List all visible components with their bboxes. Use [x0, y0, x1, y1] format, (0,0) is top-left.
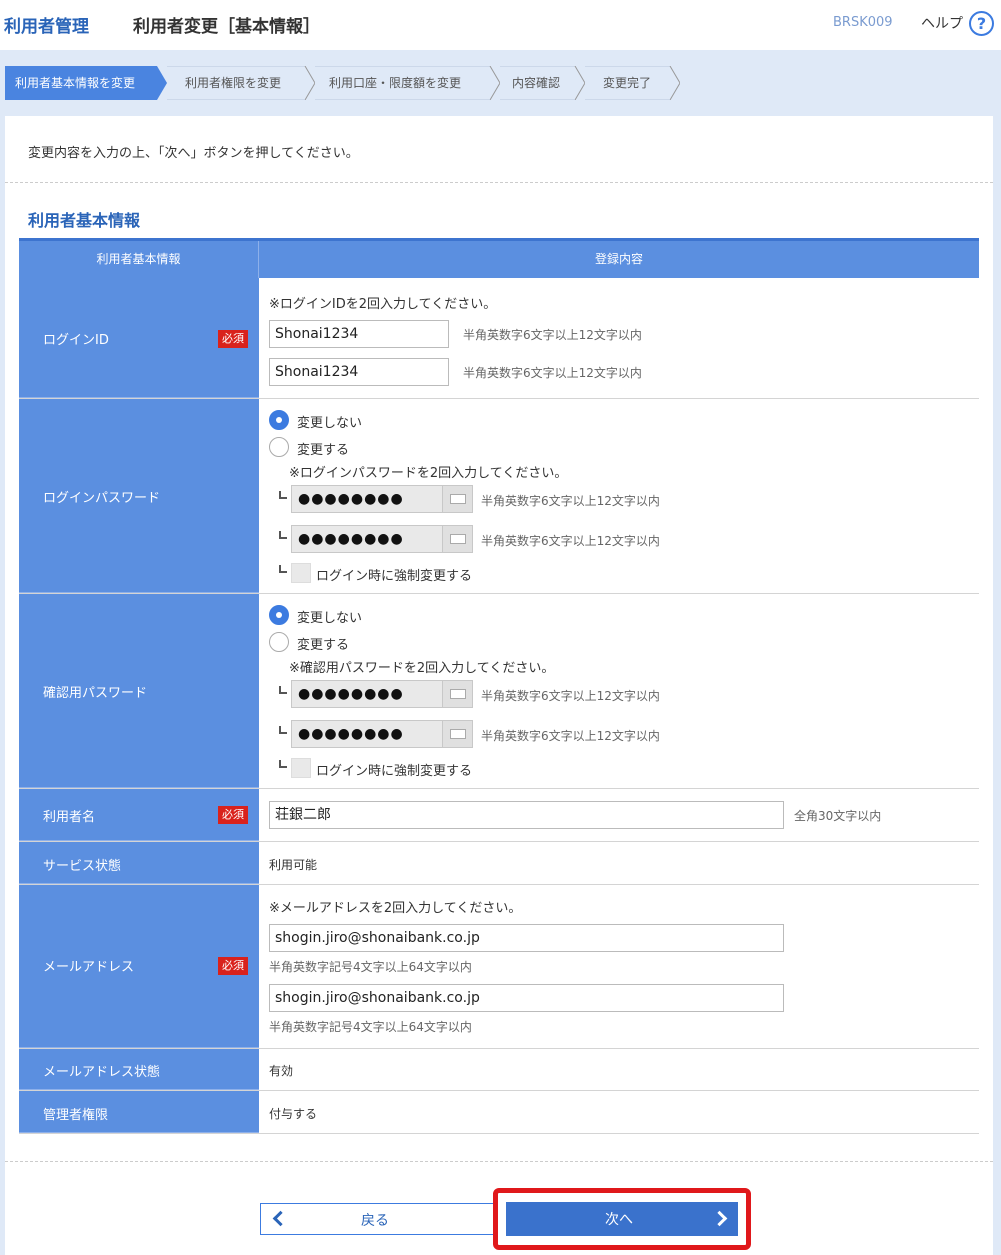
label-login-id: ログインID — [43, 333, 109, 348]
step-indicator: 利用者基本情報を変更 利用者権限を変更 利用口座・限度額を変更 内容確認 変更完… — [5, 66, 685, 100]
divider — [5, 182, 993, 183]
login-id-note: ※ログインIDを2回入力してください。 — [269, 297, 497, 312]
confirm-password-note: ※確認用パスワードを2回入力してください。 — [289, 661, 555, 676]
row-login-password: ログインパスワード 変更しない 変更する ※ログインパスワードを2回入力してくだ… — [19, 399, 979, 594]
confirm-password-force-change-checkbox[interactable] — [291, 758, 311, 778]
email-note: ※メールアドレスを2回入力してください。 — [269, 901, 522, 916]
login-password-no-change-label[interactable]: 変更しない — [297, 412, 362, 431]
software-keyboard-icon[interactable] — [442, 681, 472, 707]
row-email: メールアドレス 必須 ※メールアドレスを2回入力してください。 shogin.j… — [19, 885, 979, 1049]
chevron-left-icon — [272, 1210, 289, 1227]
login-password-change-label[interactable]: 変更する — [297, 439, 349, 458]
required-badge: 必須 — [218, 957, 248, 975]
indent-marker — [279, 565, 287, 573]
step-5: 変更完了 — [575, 66, 680, 100]
step-1-label: 利用者基本情報を変更 — [15, 76, 136, 90]
user-name-hint: 全角30文字以内 — [794, 809, 882, 823]
step-1: 利用者基本情報を変更 — [5, 66, 167, 100]
table-header: 利用者基本情報 登録内容 — [19, 238, 979, 278]
confirm-password-change-label[interactable]: 変更する — [297, 634, 349, 653]
row-user-name: 利用者名 必須 荘銀二郎 全角30文字以内 — [19, 789, 979, 842]
software-keyboard-icon[interactable] — [442, 486, 472, 512]
email-status-value: 有効 — [269, 1064, 294, 1078]
top-bar: 利用者管理 利用者変更［基本情報］ BRSK009 ヘルプ ? — [0, 0, 1001, 50]
login-password-force-change-label[interactable]: ログイン時に強制変更する — [316, 565, 472, 584]
login-password-change-radio[interactable] — [269, 437, 289, 457]
step-4-label: 内容確認 — [512, 76, 561, 90]
required-badge: 必須 — [218, 806, 248, 824]
email-hint: 半角英数字記号4文字以上64文字以内 — [269, 960, 472, 974]
login-id-confirm-input[interactable]: Shonai1234 — [269, 358, 449, 386]
software-keyboard-icon[interactable] — [442, 526, 472, 552]
user-name-input[interactable]: 荘銀二郎 — [269, 801, 784, 829]
email-input[interactable]: shogin.jiro@shonaibank.co.jp — [269, 924, 784, 952]
screen-code: BRSK009 — [833, 15, 893, 30]
label-login-password: ログインパスワード — [43, 491, 161, 506]
back-button[interactable]: 戻る — [260, 1203, 494, 1235]
help-icon[interactable]: ? — [969, 11, 994, 36]
row-email-status: メールアドレス状態 有効 — [19, 1049, 979, 1091]
login-password-force-change-checkbox[interactable] — [291, 563, 311, 583]
indent-marker — [279, 686, 287, 694]
row-confirm-password: 確認用パスワード 変更しない 変更する ※確認用パスワードを2回入力してください… — [19, 594, 979, 789]
service-status-value: 利用可能 — [269, 858, 318, 872]
column-header-item: 利用者基本情報 — [19, 241, 259, 278]
indent-marker — [279, 491, 287, 499]
email-confirm-hint: 半角英数字記号4文字以上64文字以内 — [269, 1020, 472, 1034]
label-email-status: メールアドレス状態 — [43, 1065, 161, 1080]
login-id-input[interactable]: Shonai1234 — [269, 320, 449, 348]
step-3-label: 利用口座・限度額を変更 — [329, 76, 462, 90]
login-id-hint: 半角英数字6文字以上12文字以内 — [463, 328, 642, 342]
row-login-id: ログインID 必須 ※ログインIDを2回入力してください。 Shonai1234… — [19, 278, 979, 399]
confirm-password-confirm-hint: 半角英数字6文字以上12文字以内 — [481, 729, 660, 743]
login-password-input[interactable]: ●●●●●●●● — [291, 485, 473, 513]
confirm-password-hint: 半角英数字6文字以上12文字以内 — [481, 689, 660, 703]
confirm-password-change-radio[interactable] — [269, 632, 289, 652]
column-header-content: 登録内容 — [594, 252, 643, 266]
step-3: 利用口座・限度額を変更 — [305, 66, 500, 100]
indent-marker — [279, 726, 287, 734]
confirm-password-input[interactable]: ●●●●●●●● — [291, 680, 473, 708]
step-2: 利用者権限を変更 — [157, 66, 315, 100]
intro-text: 変更内容を入力の上、「次へ」ボタンを押してください。 — [28, 146, 359, 161]
divider — [5, 1161, 993, 1162]
next-button[interactable]: 次へ — [506, 1202, 738, 1236]
indent-marker — [279, 760, 287, 768]
login-password-confirm-hint: 半角英数字6文字以上12文字以内 — [481, 534, 660, 548]
app-title: 利用者管理 — [4, 17, 89, 37]
step-2-label: 利用者権限を変更 — [185, 76, 282, 90]
label-service-status: サービス状態 — [43, 859, 122, 874]
section-title: 利用者基本情報 — [28, 211, 141, 230]
main-panel: 変更内容を入力の上、「次へ」ボタンを押してください。 利用者基本情報 利用者基本… — [5, 116, 993, 1255]
row-admin-rights: 管理者権限 付与する — [19, 1091, 979, 1134]
next-button-highlight: 次へ — [493, 1188, 751, 1250]
login-password-hint: 半角英数字6文字以上12文字以内 — [481, 494, 660, 508]
label-email: メールアドレス — [43, 960, 135, 975]
label-confirm-password: 確認用パスワード — [43, 686, 148, 701]
indent-marker — [279, 531, 287, 539]
label-user-name: 利用者名 — [43, 810, 96, 825]
login-id-confirm-hint: 半角英数字6文字以上12文字以内 — [463, 366, 642, 380]
software-keyboard-icon[interactable] — [442, 721, 472, 747]
confirm-password-no-change-label[interactable]: 変更しない — [297, 607, 362, 626]
row-service-status: サービス状態 利用可能 — [19, 842, 979, 885]
step-5-label: 変更完了 — [603, 76, 652, 90]
confirm-password-no-change-radio[interactable] — [269, 605, 289, 625]
required-badge: 必須 — [218, 330, 248, 348]
label-admin-rights: 管理者権限 — [43, 1108, 109, 1123]
step-4: 内容確認 — [490, 66, 585, 100]
confirm-password-confirm-input[interactable]: ●●●●●●●● — [291, 720, 473, 748]
login-password-confirm-input[interactable]: ●●●●●●●● — [291, 525, 473, 553]
email-confirm-input[interactable]: shogin.jiro@shonaibank.co.jp — [269, 984, 784, 1012]
page-title: 利用者変更［基本情報］ — [133, 17, 320, 37]
login-password-note: ※ログインパスワードを2回入力してください。 — [289, 466, 568, 481]
chevron-right-icon — [711, 1210, 728, 1227]
help-link[interactable]: ヘルプ — [921, 13, 963, 33]
login-password-no-change-radio[interactable] — [269, 410, 289, 430]
admin-rights-value: 付与する — [269, 1107, 318, 1121]
confirm-password-force-change-label[interactable]: ログイン時に強制変更する — [316, 760, 472, 779]
